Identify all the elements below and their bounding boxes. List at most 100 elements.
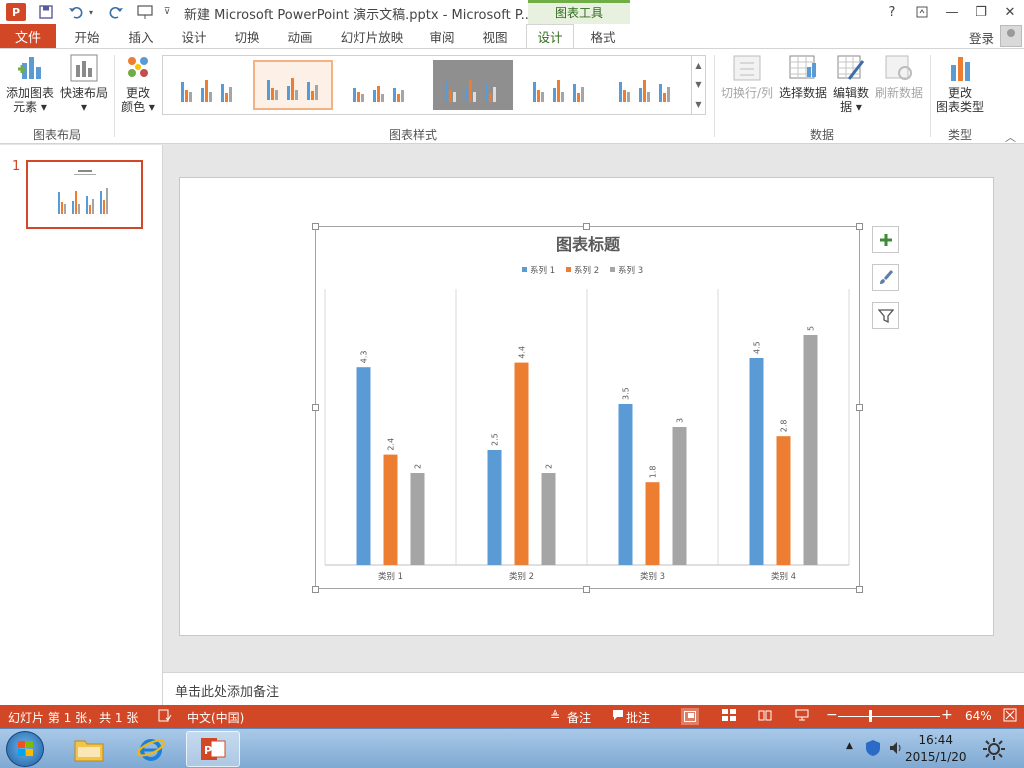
clock-date: 2015/1/20 [905, 750, 967, 764]
chart-filters-button[interactable] [872, 302, 899, 329]
ribbon-display-options-icon[interactable] [911, 2, 933, 22]
slide-count-status[interactable]: 幻灯片 第 1 张，共 1 张 [8, 709, 138, 726]
resize-handle[interactable] [583, 586, 590, 593]
chart-tools-label: 图表工具 [554, 6, 603, 20]
change-colors-button[interactable]: 更改 颜色 ▾ [118, 53, 158, 114]
windows-start-button[interactable] [6, 731, 44, 767]
ribbon-tabs: 文件 开始 插入 设计 切换 动画 幻灯片放映 审阅 视图 设计 格式 登录 [0, 24, 1024, 49]
legend-entry-1: 系列 1 [530, 265, 555, 276]
save-icon[interactable] [36, 2, 56, 22]
zoom-slider-thumb[interactable] [869, 710, 872, 722]
bar-series3-cat2 [541, 473, 556, 565]
resize-handle[interactable] [856, 586, 863, 593]
tab-home[interactable]: 开始 [62, 24, 112, 48]
data-label-series1-cat2: 2.5 [491, 433, 500, 446]
fit-to-window-icon[interactable] [1003, 708, 1017, 725]
resize-handle[interactable] [312, 223, 319, 230]
notes-toggle-icon[interactable]: ≜ [550, 709, 560, 723]
comments-toggle[interactable]: 批注 [626, 709, 650, 726]
redo-icon[interactable] [106, 2, 126, 22]
tab-chart-format[interactable]: 格式 [578, 24, 628, 48]
security-shield-icon[interactable] [865, 739, 881, 760]
login-link[interactable]: 登录 [969, 28, 994, 47]
chart-style-4[interactable] [433, 60, 513, 110]
brightness-icon[interactable] [982, 737, 1006, 764]
add-chart-element-button[interactable]: 添加图表 元素 ▾ [4, 53, 56, 114]
tab-file[interactable]: 文件 [0, 24, 56, 48]
notes-pane[interactable]: 单击此处添加备注 [163, 672, 1024, 705]
zoom-level[interactable]: 64% [965, 709, 992, 723]
chart-style-5[interactable] [521, 60, 601, 110]
slideshow-icon[interactable] [795, 709, 809, 724]
start-from-beginning-icon[interactable] [134, 2, 156, 22]
slide-sorter-icon[interactable] [722, 709, 736, 724]
resize-handle[interactable] [312, 404, 319, 411]
customize-quick-access-icon[interactable]: ⊽ [160, 2, 174, 22]
reading-view-icon[interactable] [758, 709, 772, 724]
chart-styles-button[interactable] [872, 264, 899, 291]
zoom-out-icon[interactable]: − [826, 707, 838, 723]
resize-handle[interactable] [312, 586, 319, 593]
taskbar-internet-explorer[interactable] [124, 731, 178, 767]
undo-icon[interactable] [66, 2, 86, 22]
collapse-ribbon-icon[interactable]: ︿ [1005, 129, 1016, 145]
resize-handle[interactable] [856, 404, 863, 411]
quick-layout-button[interactable]: 快速布局 ▾ [58, 53, 110, 114]
category-label-4: 类别 4 [771, 571, 796, 582]
taskbar-clock[interactable]: 16:44 2015/1/20 [905, 732, 967, 766]
svg-text:P: P [204, 744, 212, 757]
zoom-slider-track[interactable] [838, 716, 940, 717]
select-data-icon [787, 53, 819, 83]
spell-check-icon[interactable] [158, 709, 172, 725]
resize-handle[interactable] [583, 223, 590, 230]
refresh-data-button[interactable]: 刷新数据 [872, 53, 926, 100]
tab-transitions[interactable]: 切换 [222, 24, 272, 48]
language-status[interactable]: 中文(中国) [187, 709, 244, 726]
edit-data-button[interactable]: 编辑数 据 ▾ [830, 53, 872, 114]
chart-object[interactable]: 图表标题 系列 1 系列 2 系列 3 4.3 2.4 2 类别 1 2.5 4.4 2 类别 2 3.… [315, 226, 860, 589]
show-hidden-icons-icon[interactable]: ▲ [846, 741, 853, 751]
powerpoint-logo-icon[interactable]: P [6, 3, 26, 21]
slide-thumbnail-preview [58, 170, 108, 214]
tab-chart-design[interactable]: 设计 [526, 24, 574, 49]
chart-style-3[interactable] [343, 60, 423, 110]
legend-swatch-3 [610, 267, 615, 272]
close-button[interactable]: ✕ [999, 2, 1021, 22]
resize-handle[interactable] [856, 223, 863, 230]
chart-style-1[interactable] [169, 60, 249, 110]
tab-slideshow[interactable]: 幻灯片放映 [334, 24, 410, 48]
slide-thumbnail[interactable] [26, 160, 143, 229]
tab-animations[interactable]: 动画 [275, 24, 325, 48]
avatar[interactable] [1000, 25, 1022, 47]
gallery-scroll-down-icon[interactable]: ▼ [691, 75, 705, 94]
volume-icon[interactable] [888, 740, 904, 759]
color-palette-icon [122, 53, 154, 83]
help-button[interactable]: ? [881, 2, 903, 22]
status-bar: 幻灯片 第 1 张，共 1 张 中文(中国) ≜ 备注 批注 − + 64% [0, 705, 1024, 728]
undo-dropdown-icon[interactable]: ▾ [86, 2, 96, 22]
internet-explorer-icon [137, 739, 165, 761]
tab-insert[interactable]: 插入 [116, 24, 166, 48]
tab-view[interactable]: 视图 [470, 24, 520, 48]
taskbar-file-explorer[interactable] [62, 731, 116, 767]
bar-series1-cat3 [618, 404, 633, 565]
edit-data-label-1: 编辑数 [832, 86, 869, 100]
select-data-button[interactable]: 选择数据 [778, 53, 828, 100]
change-chart-type-button[interactable]: 更改 图表类型 [934, 53, 986, 114]
zoom-in-icon[interactable]: + [941, 707, 953, 723]
normal-view-icon[interactable] [681, 708, 699, 725]
taskbar-powerpoint[interactable]: P [186, 731, 240, 767]
gallery-scroll-up-icon[interactable]: ▲ [691, 56, 705, 75]
comments-icon[interactable] [612, 709, 624, 724]
gallery-more-icon[interactable]: ▼ [691, 94, 705, 114]
tab-review[interactable]: 审阅 [417, 24, 467, 48]
chart-elements-button[interactable] [872, 226, 899, 253]
chart-style-2-selected[interactable] [253, 60, 333, 110]
tab-design[interactable]: 设计 [169, 24, 219, 48]
switch-row-column-button[interactable]: 切换行/列 [718, 53, 776, 100]
chart-style-6[interactable] [607, 60, 687, 110]
refresh-data-label: 刷新数据 [874, 86, 923, 100]
notes-toggle[interactable]: 备注 [567, 709, 591, 726]
restore-button[interactable]: ❐ [970, 2, 992, 22]
minimize-button[interactable]: — [941, 2, 963, 22]
